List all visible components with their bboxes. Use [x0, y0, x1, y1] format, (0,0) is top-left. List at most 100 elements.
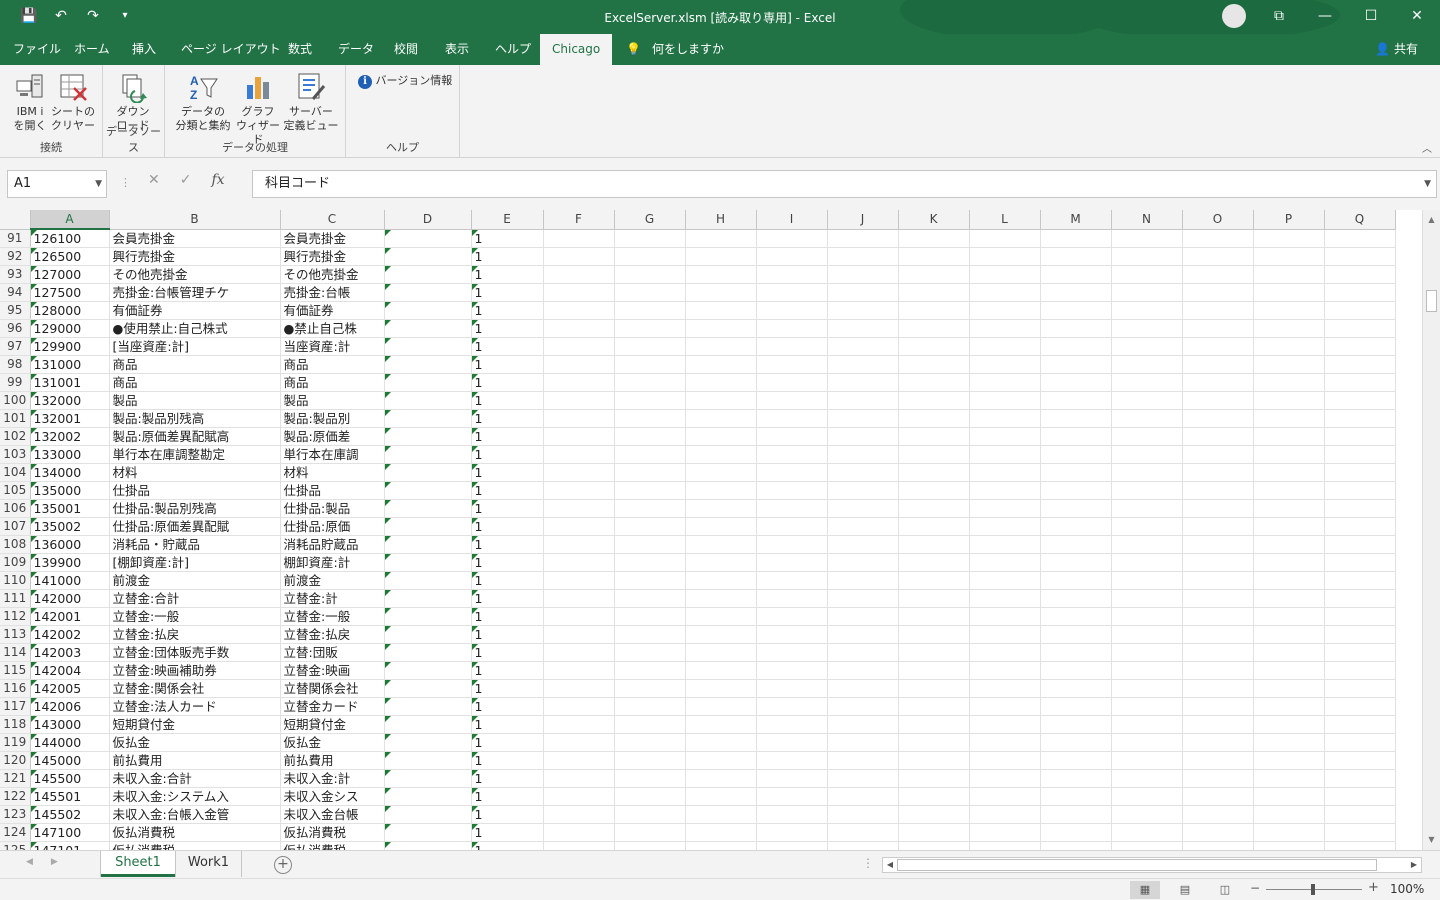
cell-c[interactable]: 売掛金:台帳: [280, 283, 385, 302]
column-header-o[interactable]: O: [1182, 210, 1254, 230]
cell-c[interactable]: 立替金:計: [280, 589, 385, 608]
cell[interactable]: [1040, 481, 1112, 500]
column-header-e[interactable]: E: [471, 210, 544, 230]
column-header-j[interactable]: J: [827, 210, 899, 230]
cell[interactable]: [685, 337, 757, 356]
enter-check-icon[interactable]: ✓: [180, 172, 192, 188]
cell[interactable]: [685, 427, 757, 446]
cell-a[interactable]: 132001: [30, 409, 110, 428]
cell[interactable]: [614, 391, 686, 410]
cell-a[interactable]: 145500: [30, 769, 110, 788]
cell[interactable]: [614, 625, 686, 644]
cell[interactable]: [969, 553, 1041, 572]
cell[interactable]: [543, 553, 615, 572]
cell[interactable]: [614, 661, 686, 680]
cell[interactable]: [1253, 841, 1325, 850]
cell[interactable]: [614, 787, 686, 806]
tab-splitter-icon[interactable]: ⋮: [862, 856, 874, 870]
cell-e[interactable]: 1: [471, 571, 544, 590]
cell-b[interactable]: 立替金:団体販売手数: [109, 643, 281, 662]
cell-c[interactable]: 会員売掛金: [280, 229, 385, 248]
cell[interactable]: [543, 715, 615, 734]
cell[interactable]: [1040, 355, 1112, 374]
cell[interactable]: [1040, 643, 1112, 662]
cell[interactable]: [685, 481, 757, 500]
cell[interactable]: [1253, 445, 1325, 464]
row-header[interactable]: 114: [0, 643, 31, 662]
cell-a[interactable]: 127500: [30, 283, 110, 302]
cell-b[interactable]: 仮払消費税: [109, 823, 281, 842]
cell[interactable]: [614, 463, 686, 482]
cell[interactable]: [1111, 517, 1183, 536]
page-layout-view-icon[interactable]: ▤: [1170, 881, 1200, 899]
cell[interactable]: [969, 589, 1041, 608]
cell[interactable]: [969, 733, 1041, 752]
cell[interactable]: [543, 823, 615, 842]
row-header[interactable]: 113: [0, 625, 31, 644]
cell[interactable]: [1111, 823, 1183, 842]
cell-b[interactable]: 未収入金:台帳入金管: [109, 805, 281, 824]
cell-a[interactable]: 144000: [30, 733, 110, 752]
cell[interactable]: [756, 247, 828, 266]
cell[interactable]: [1324, 445, 1396, 464]
cell[interactable]: [969, 697, 1041, 716]
cell[interactable]: [1324, 805, 1396, 824]
cell[interactable]: [1182, 823, 1254, 842]
cell[interactable]: [756, 283, 828, 302]
cell[interactable]: [1182, 499, 1254, 518]
cell[interactable]: [1040, 229, 1112, 248]
cell[interactable]: [756, 697, 828, 716]
cell-c[interactable]: 未収入金台帳: [280, 805, 385, 824]
cell[interactable]: [1324, 571, 1396, 590]
cell[interactable]: [1111, 355, 1183, 374]
cell-a[interactable]: 136000: [30, 535, 110, 554]
row-header[interactable]: 111: [0, 589, 31, 608]
page-break-view-icon[interactable]: ◫: [1210, 881, 1240, 899]
cell-d[interactable]: [384, 805, 472, 824]
cell[interactable]: [1040, 409, 1112, 428]
cell[interactable]: [1324, 373, 1396, 392]
cell-d[interactable]: [384, 409, 472, 428]
cell[interactable]: [1253, 679, 1325, 698]
cell[interactable]: [1040, 517, 1112, 536]
cell[interactable]: [827, 643, 899, 662]
scroll-down-icon[interactable]: ▼: [1423, 832, 1440, 848]
cell[interactable]: [898, 625, 970, 644]
cell[interactable]: [1111, 229, 1183, 248]
cell[interactable]: [1324, 697, 1396, 716]
cell[interactable]: [898, 607, 970, 626]
cell-a[interactable]: 143000: [30, 715, 110, 734]
cell[interactable]: [1040, 337, 1112, 356]
cell[interactable]: [756, 517, 828, 536]
cell[interactable]: [543, 733, 615, 752]
cell[interactable]: [756, 589, 828, 608]
cell[interactable]: [685, 535, 757, 554]
cell[interactable]: [969, 337, 1041, 356]
cancel-icon[interactable]: ✕: [148, 172, 160, 188]
cell[interactable]: [1040, 319, 1112, 338]
cell[interactable]: [685, 661, 757, 680]
cell[interactable]: [898, 787, 970, 806]
cell[interactable]: [1040, 499, 1112, 518]
cell[interactable]: [685, 229, 757, 248]
cell-a[interactable]: 129900: [30, 337, 110, 356]
cell-b[interactable]: 未収入金:合計: [109, 769, 281, 788]
row-header[interactable]: 123: [0, 805, 31, 824]
cell[interactable]: [827, 607, 899, 626]
cell[interactable]: [756, 391, 828, 410]
cell[interactable]: [1040, 769, 1112, 788]
cell[interactable]: [614, 643, 686, 662]
cell-d[interactable]: [384, 229, 472, 248]
cell[interactable]: [1182, 769, 1254, 788]
cell-b[interactable]: 立替金:関係会社: [109, 679, 281, 698]
cell-c[interactable]: 製品:製品別: [280, 409, 385, 428]
cell[interactable]: [898, 481, 970, 500]
cell[interactable]: [1324, 823, 1396, 842]
cell[interactable]: [1324, 337, 1396, 356]
cell[interactable]: [969, 679, 1041, 698]
cell-e[interactable]: 1: [471, 463, 544, 482]
cell-c[interactable]: 仕掛品: [280, 481, 385, 500]
cell[interactable]: [969, 247, 1041, 266]
cell[interactable]: [898, 463, 970, 482]
cell[interactable]: [1111, 787, 1183, 806]
